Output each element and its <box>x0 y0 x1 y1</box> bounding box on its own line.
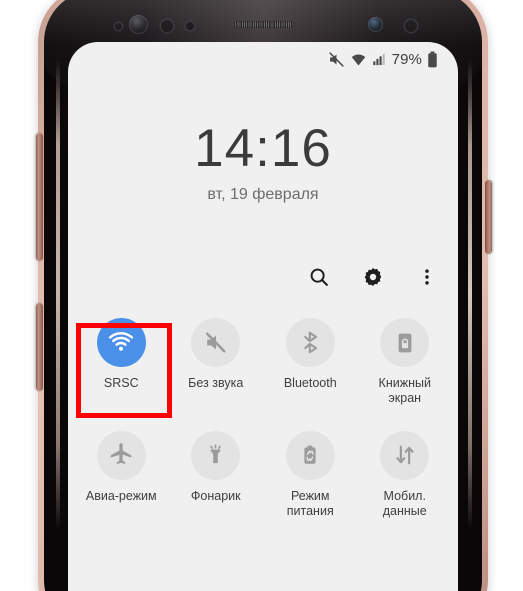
power-mode-toggle-circle[interactable] <box>285 430 335 480</box>
earpiece-speaker <box>233 21 295 28</box>
search-icon[interactable] <box>306 264 332 290</box>
bluetooth-icon <box>304 331 317 354</box>
toggle-flashlight[interactable]: Фонарик <box>169 430 264 520</box>
battery-percentage: 79% <box>391 50 422 68</box>
screenshot-root: 79% 14:16 вт, 19 февраля SRSC Без звука … <box>0 0 523 591</box>
toggle-label: Авиа-режим <box>85 488 157 503</box>
toggle-mute[interactable]: Без звука <box>169 318 264 407</box>
airplane-toggle-circle[interactable] <box>96 430 146 480</box>
toggle-bluetooth[interactable]: Bluetooth <box>263 318 358 407</box>
right-edge-highlight <box>468 60 472 530</box>
left-edge-highlight <box>56 60 60 530</box>
toggle-label: SRSC <box>103 376 139 390</box>
status-bar: 79% <box>68 42 458 76</box>
quick-panel-actions <box>306 264 440 290</box>
proximity-sensor-icon <box>114 22 123 31</box>
toggle-label: Мобил. данные <box>382 488 427 518</box>
bixby-button[interactable] <box>36 303 43 391</box>
airplane-icon <box>110 443 132 464</box>
quick-settings-grid: SRSC Без звука Bluetooth Книжный экран А… <box>68 318 458 519</box>
overflow-menu-icon[interactable] <box>414 264 440 290</box>
iris-scanner-icon <box>129 15 148 34</box>
toggle-rotation-lock[interactable]: Книжный экран <box>358 318 453 407</box>
secondary-sensor-icon <box>404 19 418 33</box>
wifi-icon <box>109 331 134 351</box>
toggle-label: Без звука <box>188 376 244 390</box>
wifi-toggle-circle[interactable] <box>96 318 146 367</box>
clock-date: вт, 19 февраля <box>207 186 319 203</box>
toggle-label: Bluetooth <box>283 376 337 390</box>
flashlight-toggle-circle[interactable] <box>191 430 241 480</box>
wifi-icon <box>350 51 367 68</box>
ir-led-icon <box>185 21 195 31</box>
cellular-signal-icon <box>372 52 387 67</box>
clock-widget: 14:16 вт, 19 февраля <box>68 122 458 204</box>
clock-time: 14:16 <box>194 119 332 178</box>
power-button[interactable] <box>485 180 492 254</box>
volume-button[interactable] <box>36 133 43 261</box>
front-camera-icon <box>368 17 383 32</box>
rotation-lock-icon <box>398 333 412 352</box>
mute-toggle-circle[interactable] <box>191 318 241 367</box>
toggle-label: Книжный экран <box>378 376 431 406</box>
mobile-data-toggle-circle[interactable] <box>380 430 430 480</box>
toggle-mobile-data[interactable]: Мобил. данные <box>358 430 453 520</box>
toggle-label: Режим питания <box>286 488 334 518</box>
battery-icon <box>427 51 438 68</box>
phone-screen: 79% 14:16 вт, 19 февраля SRSC Без звука … <box>68 42 458 591</box>
toggle-airplane-mode[interactable]: Авиа-режим <box>74 430 169 520</box>
mobile-data-icon <box>396 445 414 465</box>
flashlight-icon <box>210 443 221 463</box>
toggle-wifi[interactable]: SRSC <box>74 318 169 407</box>
toggle-power-mode[interactable]: Режим питания <box>263 430 358 520</box>
toggle-label: Фонарик <box>190 488 241 503</box>
power-mode-icon <box>304 445 316 464</box>
gear-icon[interactable] <box>360 264 386 290</box>
bluetooth-toggle-circle[interactable] <box>285 318 335 367</box>
mute-icon <box>328 51 345 68</box>
light-sensor-icon <box>160 19 174 33</box>
rotation-lock-toggle-circle[interactable] <box>380 318 430 367</box>
mute-icon <box>206 332 226 353</box>
